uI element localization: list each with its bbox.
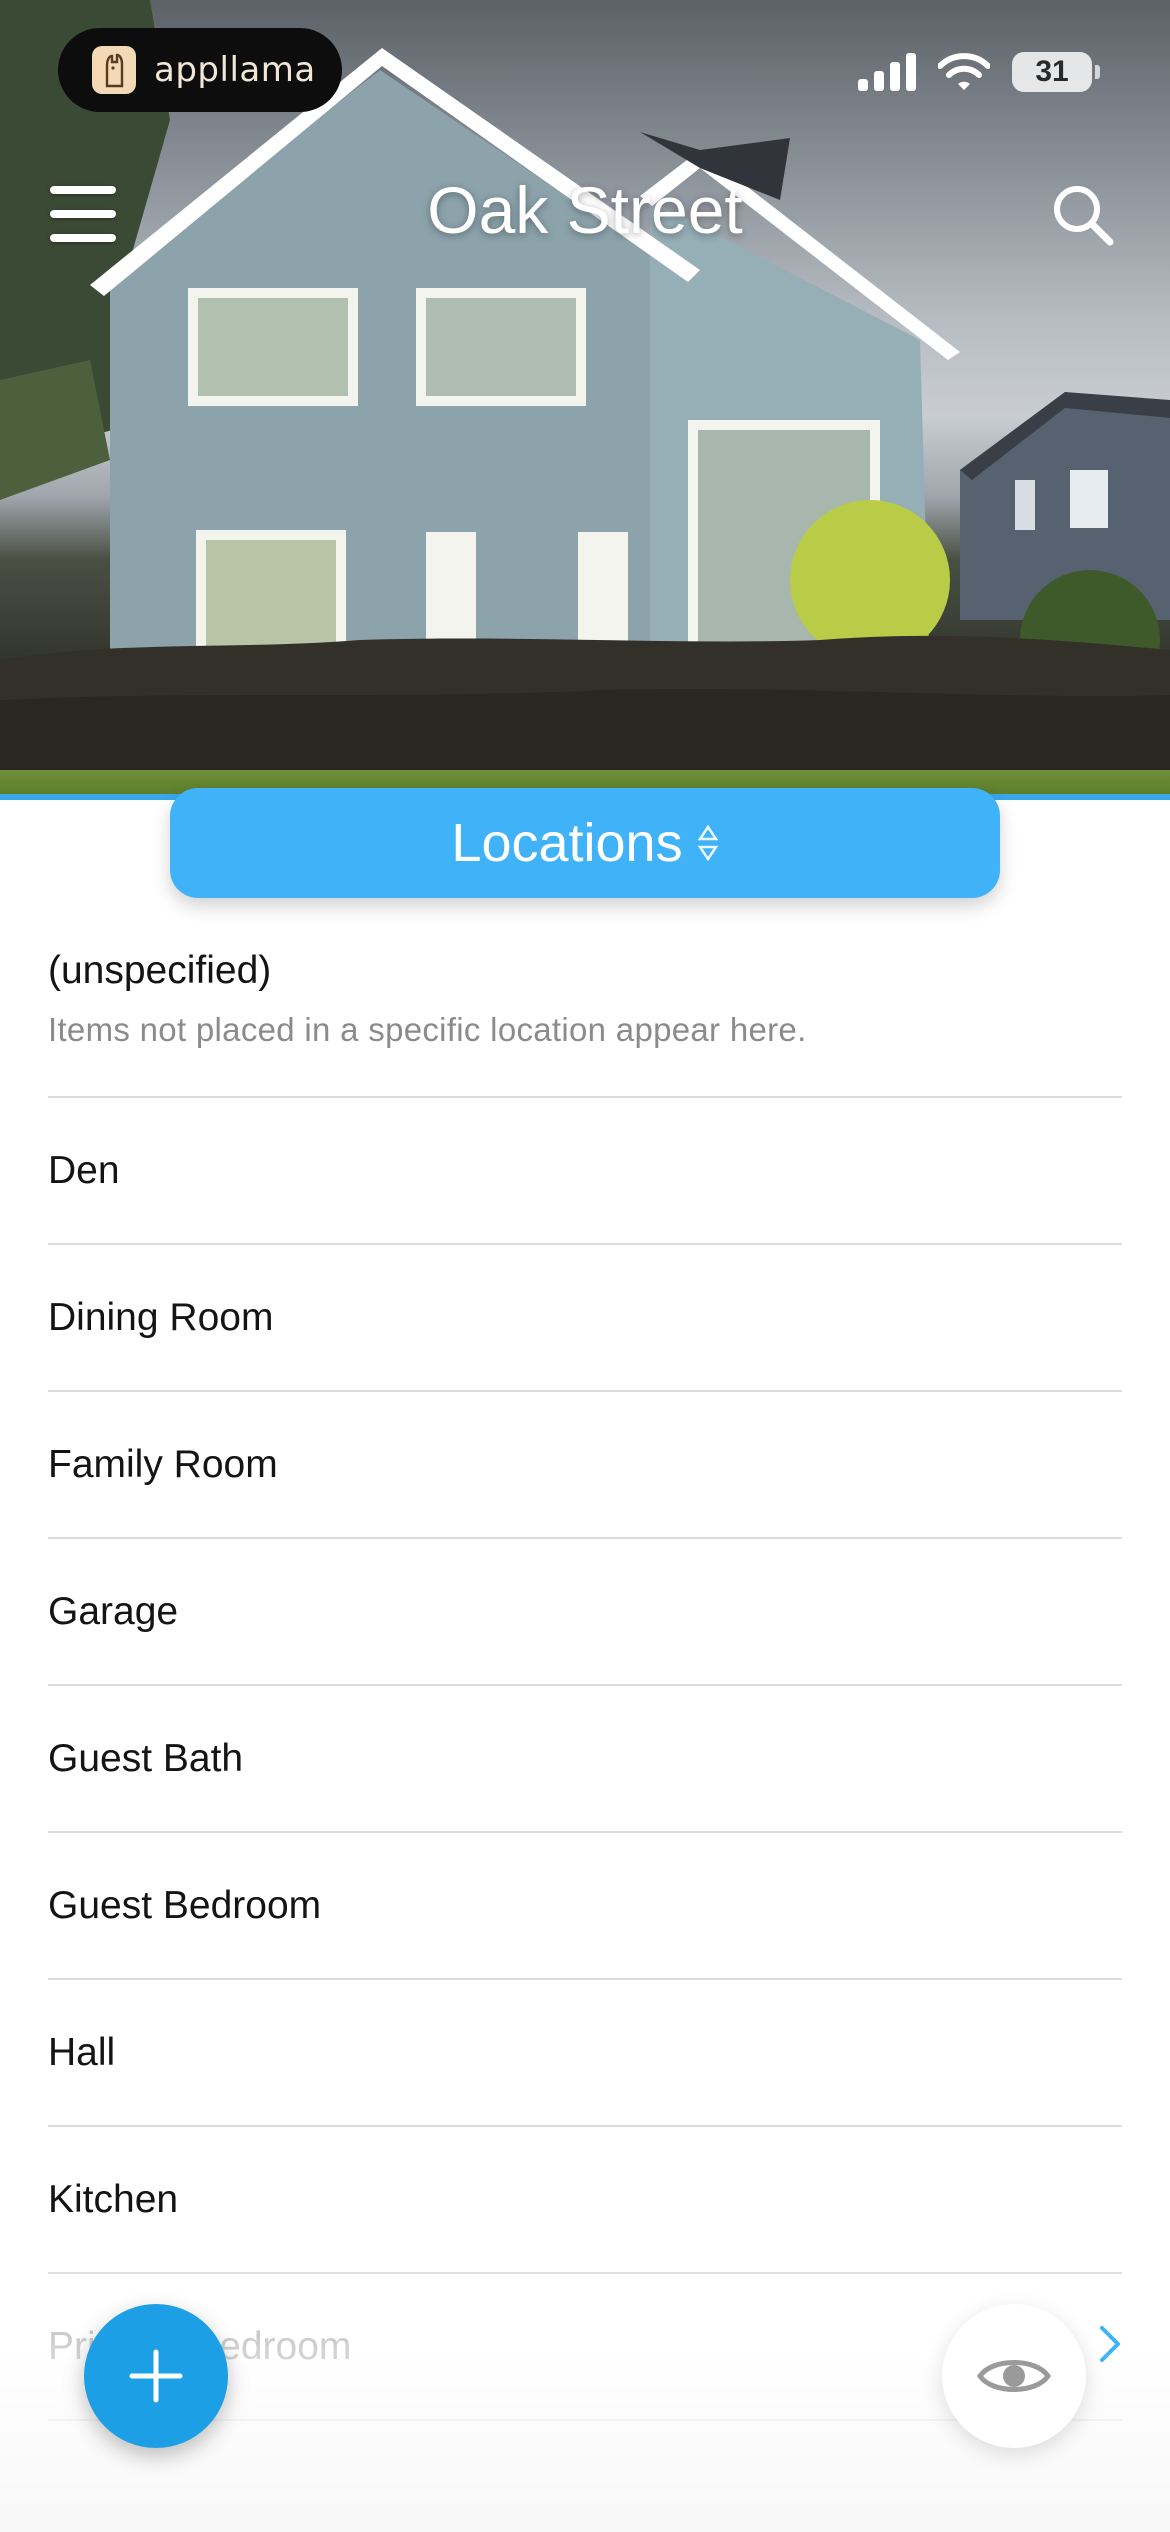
list-item[interactable]: Hall (48, 1980, 1122, 2127)
location-name: Guest Bath (48, 1736, 244, 1780)
list-item[interactable]: Family Room (48, 1392, 1122, 1539)
location-name: Dining Room (48, 1295, 274, 1339)
view-selector-button[interactable]: Locations (170, 788, 1000, 898)
toggle-view-button[interactable] (942, 2304, 1086, 2448)
house-photo (0, 0, 1170, 790)
location-name: Garage (48, 1589, 179, 1633)
llama-logo-icon (92, 46, 136, 94)
location-name: Den (48, 1148, 120, 1192)
list-item[interactable]: Garage (48, 1539, 1122, 1686)
eye-icon (976, 2360, 1052, 2392)
chevron-right-icon[interactable] (1098, 2324, 1122, 2364)
app-badge-text: appllama (154, 50, 316, 90)
page-title: Oak Street (427, 173, 743, 247)
add-location-button[interactable] (84, 2304, 228, 2448)
wifi-icon (938, 53, 990, 90)
view-selector-label: Locations (451, 813, 683, 873)
location-name: Guest Bedroom (48, 1883, 322, 1927)
location-description: Items not placed in a specific location … (48, 1011, 807, 1048)
location-name: Hall (48, 2030, 116, 2074)
battery-indicator: 31 (1012, 52, 1100, 92)
list-item[interactable]: Den (48, 1098, 1122, 1245)
plus-icon (129, 2349, 183, 2403)
battery-level: 31 (1035, 55, 1069, 88)
list-item[interactable]: Kitchen (48, 2127, 1122, 2274)
cellular-signal-icon (858, 53, 916, 91)
location-name: Kitchen (48, 2177, 179, 2221)
header-photo (0, 0, 1170, 800)
search-icon[interactable] (1048, 180, 1118, 250)
status-icons: 31 (858, 52, 1100, 92)
list-item-unspecified[interactable]: (unspecified) Items not placed in a spec… (48, 900, 1122, 1098)
list-item[interactable]: Guest Bath (48, 1686, 1122, 1833)
locations-list: (unspecified) Items not placed in a spec… (48, 900, 1122, 2421)
list-item[interactable]: Dining Room (48, 1245, 1122, 1392)
up-down-arrows-icon (697, 825, 718, 861)
list-item[interactable]: Guest Bedroom (48, 1833, 1122, 1980)
app-badge[interactable]: appllama (58, 28, 342, 112)
location-name: (unspecified) (48, 949, 272, 992)
location-name: Family Room (48, 1442, 278, 1486)
